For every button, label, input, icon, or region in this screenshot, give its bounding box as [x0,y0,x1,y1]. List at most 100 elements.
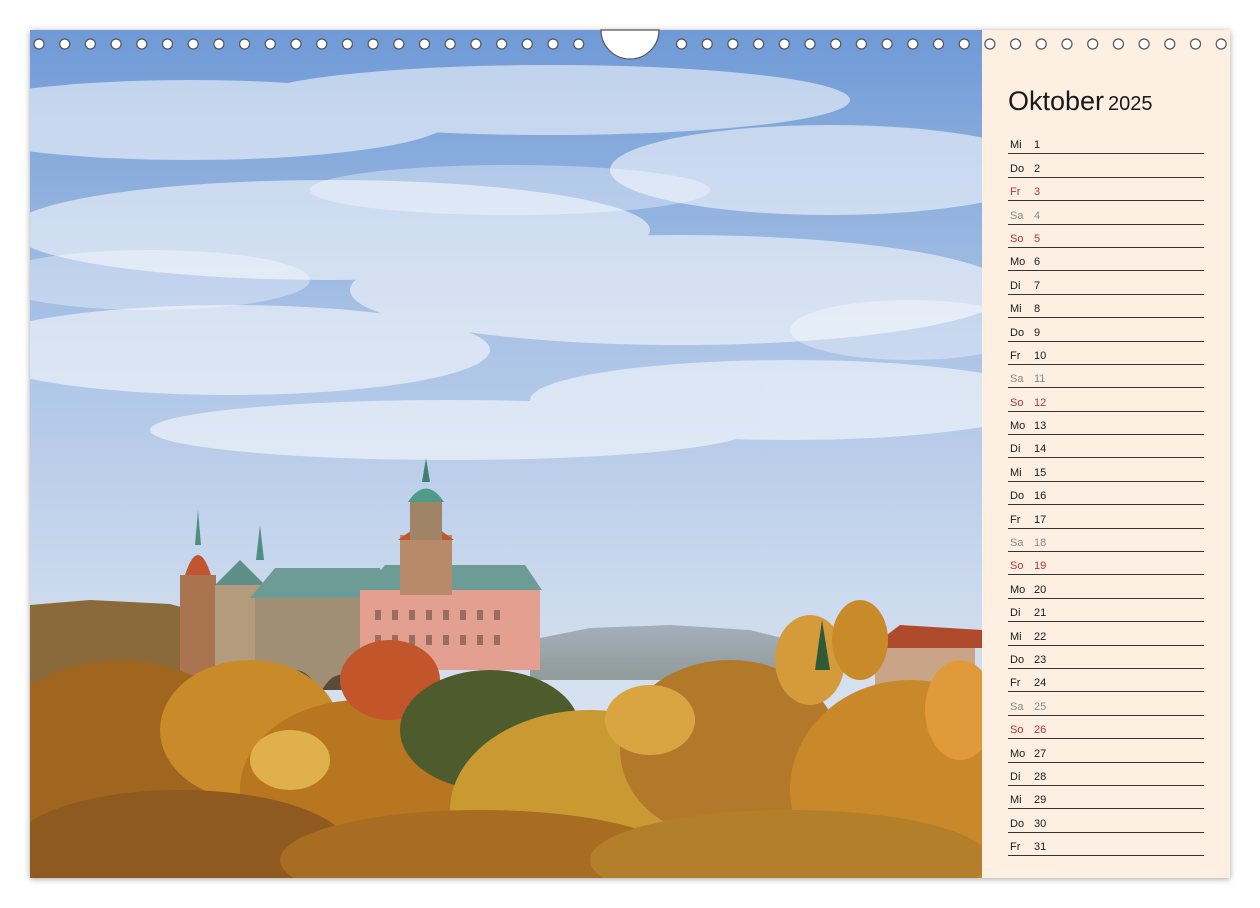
weekday-label: Fr [1010,186,1021,199]
weekday-label: Do [1010,817,1025,830]
day-number: 29 [1034,794,1047,807]
day-number: 1 [1034,139,1041,152]
weekday-label: Sa [1010,209,1024,222]
weekday-label: Mi [1010,630,1022,643]
weekday-label: Mo [1010,256,1026,269]
weekday-label: Mo [1010,420,1026,433]
day-number: 12 [1034,396,1047,409]
day-row: So 12 [1008,388,1204,412]
weekday-label: Do [1010,653,1025,666]
day-number: 26 [1034,724,1047,737]
weekday-label: Sa [1010,537,1024,550]
day-row: Mi 15 [1008,458,1204,482]
weekday-label: Do [1010,490,1025,503]
day-number: 9 [1034,326,1041,339]
weekday-label: Mi [1010,139,1022,152]
day-number: 7 [1034,279,1041,292]
day-number: 8 [1034,303,1041,316]
day-row: So 26 [1008,716,1204,740]
weekday-label: Sa [1010,700,1024,713]
day-row: Di 21 [1008,599,1204,623]
weekday-label: Di [1010,770,1021,783]
day-row: Sa 4 [1008,201,1204,225]
weekday-label: Sa [1010,373,1024,386]
weekday-label: Di [1010,607,1021,620]
day-number: 20 [1034,583,1047,596]
weekday-label: Mo [1010,583,1026,596]
day-row: Do 23 [1008,646,1204,669]
day-row: Do 16 [1008,482,1204,506]
day-number: 3 [1034,186,1041,199]
day-number: 28 [1034,770,1047,783]
day-row: Di 14 [1008,435,1204,459]
day-row: Do 30 [1008,809,1204,833]
day-number: 27 [1034,747,1047,760]
day-row: Do 2 [1008,154,1204,178]
day-number: 13 [1034,420,1047,433]
day-row: Di 28 [1008,763,1204,786]
day-number: 24 [1034,677,1047,690]
calendar-page: Oktober 2025 Mi 1 Do 2 Fr 3 Sa 4 So 5 Mo 6 Di 7 Mi 8 Do 9 F… [30,30,1230,878]
day-number: 10 [1034,349,1047,362]
day-row: Fr 3 [1008,178,1204,202]
day-row: Fr 24 [1008,669,1204,693]
weekday-label: So [1010,724,1024,737]
weekday-label: Mi [1010,794,1022,807]
calendar-panel: Oktober 2025 Mi 1 Do 2 Fr 3 Sa 4 So 5 Mo 6 Di 7 Mi 8 Do 9 F… [982,30,1230,878]
weekday-label: Di [1010,443,1021,456]
day-row: Fr 17 [1008,505,1204,529]
day-row: Fr 31 [1008,833,1204,857]
day-row: Mi 29 [1008,786,1204,810]
weekday-label: Mo [1010,747,1026,760]
day-row: Mi 1 [1008,131,1204,155]
day-number: 19 [1034,560,1047,573]
day-number: 15 [1034,466,1047,479]
year-label: 2025 [1108,93,1153,115]
day-number: 16 [1034,490,1047,503]
day-row: Mo 20 [1008,575,1204,599]
weekday-label: Do [1010,326,1025,339]
day-number: 4 [1034,209,1041,222]
weekday-label: Fr [1010,677,1021,690]
month-name: Oktober [1008,86,1105,116]
day-row: So 5 [1008,225,1204,248]
day-row: Mo 6 [1008,248,1204,272]
day-number: 31 [1034,841,1047,854]
day-row: Sa 25 [1008,692,1204,716]
month-title: Oktober 2025 [1008,86,1153,117]
day-list: Mi 1 Do 2 Fr 3 Sa 4 So 5 Mo 6 Di 7 Mi 8 Do 9 Fr 10 Sa 11 So 12 M… [1008,131,1204,857]
day-number: 11 [1034,373,1046,386]
day-number: 2 [1034,162,1041,175]
day-row: Di 7 [1008,271,1204,295]
day-row: Sa 18 [1008,529,1204,553]
day-number: 22 [1034,630,1047,643]
day-number: 23 [1034,653,1047,666]
day-number: 6 [1034,256,1041,269]
day-number: 30 [1034,817,1047,830]
weekday-label: Mi [1010,466,1022,479]
day-row: Mo 27 [1008,739,1204,763]
weekday-label: So [1010,396,1024,409]
castle-photo [30,30,982,878]
day-row: Mi 8 [1008,295,1204,319]
day-row: Do 9 [1008,318,1204,342]
day-number: 5 [1034,232,1041,245]
weekday-label: So [1010,560,1024,573]
day-row: Mi 22 [1008,622,1204,646]
day-row: Mo 13 [1008,412,1204,436]
weekday-label: So [1010,232,1024,245]
day-number: 14 [1034,443,1047,456]
weekday-label: Do [1010,162,1025,175]
day-number: 18 [1034,537,1047,550]
weekday-label: Fr [1010,513,1021,526]
weekday-label: Mi [1010,303,1022,316]
day-row: So 19 [1008,552,1204,576]
day-row: Fr 10 [1008,342,1204,365]
day-number: 25 [1034,700,1047,713]
weekday-label: Fr [1010,349,1021,362]
day-number: 17 [1034,513,1047,526]
weekday-label: Di [1010,279,1021,292]
day-number: 21 [1034,607,1047,620]
weekday-label: Fr [1010,841,1021,854]
day-row: Sa 11 [1008,365,1204,389]
